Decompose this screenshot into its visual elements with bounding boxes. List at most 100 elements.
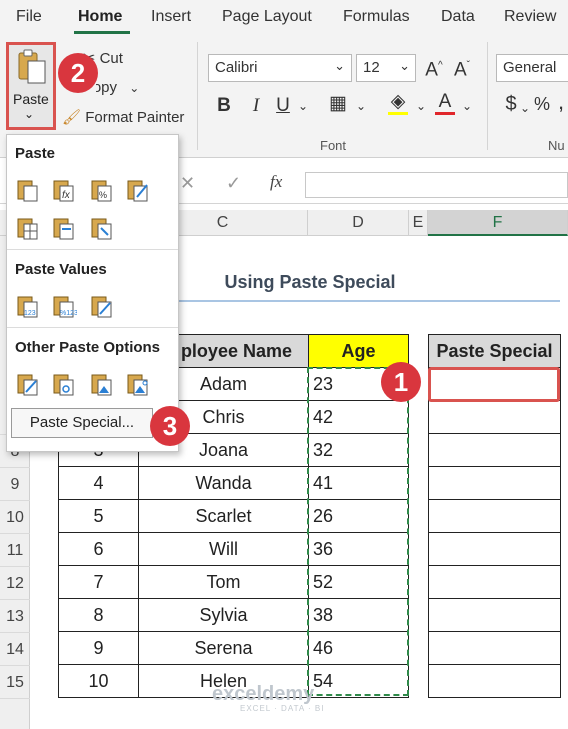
cell-no[interactable]: 10 (58, 664, 139, 698)
paste-dropdown-menu: Paste fx % Paste Values 123 %123 Other P… (6, 134, 179, 452)
row-header[interactable]: 15 (0, 666, 30, 699)
row-header[interactable]: 14 (0, 633, 30, 666)
cell-name[interactable]: Wanda (138, 466, 309, 500)
row-header[interactable]: 12 (0, 567, 30, 600)
row-header[interactable]: 11 (0, 534, 30, 567)
paste-values-icon[interactable]: 123 (15, 293, 41, 319)
chevron-down-icon[interactable]: ⌄ (414, 96, 428, 116)
cell-no[interactable]: 9 (58, 631, 139, 665)
tab-file[interactable]: File (16, 8, 42, 26)
chevron-down-icon[interactable]: ⌄ (354, 96, 368, 116)
cell-name[interactable]: Sylvia (138, 598, 309, 632)
insert-function-icon[interactable]: fx (270, 172, 282, 192)
other-paste-options-heading: Other Paste Options (15, 339, 161, 356)
paste-target-cell[interactable] (428, 433, 561, 467)
linked-picture-icon[interactable] (125, 371, 151, 397)
shrink-font-icon[interactable]: Aˇ (452, 56, 472, 80)
tab-data[interactable]: Data (441, 8, 475, 26)
cell-age[interactable]: 41 (308, 466, 409, 500)
keep-source-formatting-icon[interactable] (125, 177, 151, 203)
keep-column-widths-icon[interactable] (51, 215, 77, 241)
enter-icon[interactable]: ✓ (226, 173, 241, 194)
paste-target-cell[interactable] (428, 565, 561, 599)
percent-button[interactable]: % (532, 94, 552, 114)
column-header-d[interactable]: D (308, 210, 409, 236)
cell-name[interactable]: Scarlet (138, 499, 309, 533)
formula-input[interactable] (305, 172, 568, 198)
number-format-select[interactable]: General (496, 54, 568, 82)
italic-button[interactable]: I (247, 96, 265, 116)
cell-age[interactable]: 26 (308, 499, 409, 533)
cancel-icon[interactable]: ✕ (180, 173, 195, 194)
fill-color-icon[interactable]: ◈ (386, 92, 410, 115)
values-number-formatting-icon[interactable]: %123 (51, 293, 77, 319)
paste-options-heading: Paste (15, 145, 56, 162)
paste-icon[interactable] (15, 177, 41, 203)
row-header[interactable]: 9 (0, 468, 30, 501)
bold-button[interactable]: B (215, 96, 233, 116)
transpose-icon[interactable] (89, 215, 115, 241)
cell-name[interactable]: Tom (138, 565, 309, 599)
paste-target-cell[interactable] (428, 499, 561, 533)
cell-no[interactable]: 5 (58, 499, 139, 533)
borders-icon[interactable]: ▦ (326, 94, 350, 114)
paste-target-cell[interactable] (428, 664, 561, 698)
format-painter-button[interactable]: 🖌 Format Painter (62, 108, 184, 126)
formatting-icon[interactable] (15, 371, 41, 397)
column-header-e[interactable]: E (409, 210, 428, 236)
cell-name[interactable]: Will (138, 532, 309, 566)
grow-font-icon[interactable]: A^ (424, 56, 444, 80)
number-format-value: General (503, 59, 557, 76)
chevron-down-icon[interactable]: ⌄ (460, 96, 474, 116)
font-name-value: Calibri (215, 59, 258, 76)
chevron-down-icon[interactable]: ⌄ (518, 98, 532, 118)
paste-target-cell[interactable] (428, 400, 561, 434)
watermark-logo: exceldemy (212, 683, 315, 705)
font-color-icon[interactable]: A (434, 92, 456, 115)
no-borders-icon[interactable] (15, 215, 41, 241)
cell-no[interactable]: 7 (58, 565, 139, 599)
tab-home[interactable]: Home (78, 8, 122, 26)
paste-special-menu-item[interactable]: Paste Special... (11, 408, 153, 438)
row-header[interactable]: 13 (0, 600, 30, 633)
svg-text:123: 123 (24, 310, 36, 317)
tab-insert[interactable]: Insert (151, 8, 191, 26)
paste-link-icon[interactable] (51, 371, 77, 397)
paste-target-cell[interactable] (428, 631, 561, 665)
row-header[interactable]: 10 (0, 501, 30, 534)
cell-age[interactable]: 52 (308, 565, 409, 599)
brush-icon: 🖌 (62, 109, 82, 126)
cell-age[interactable]: 32 (308, 433, 409, 467)
font-name-select[interactable]: Calibri ⌄ (208, 54, 352, 82)
cell-no[interactable]: 6 (58, 532, 139, 566)
column-header-f[interactable]: F (428, 210, 568, 236)
cell-age[interactable]: 46 (308, 631, 409, 665)
tab-page-layout[interactable]: Page Layout (222, 8, 312, 26)
values-source-formatting-icon[interactable] (89, 293, 115, 319)
cell-age[interactable]: 36 (308, 532, 409, 566)
cell-age[interactable]: 38 (308, 598, 409, 632)
paste-formulas-icon[interactable]: fx (51, 177, 77, 203)
tab-review[interactable]: Review (504, 8, 556, 26)
sheet-title: Using Paste Special (224, 272, 396, 292)
cell-age[interactable]: 42 (308, 400, 409, 434)
underline-button[interactable]: U (274, 96, 292, 116)
paste-target-cell[interactable] (428, 466, 561, 500)
cell-no[interactable]: 8 (58, 598, 139, 632)
picture-icon[interactable] (89, 371, 115, 397)
paste-target-cell[interactable] (428, 532, 561, 566)
paste-target-cell[interactable] (428, 598, 561, 632)
clipboard-icon (18, 49, 46, 84)
cell-name[interactable]: Serena (138, 631, 309, 665)
comma-button[interactable]: , (554, 91, 568, 113)
chevron-down-icon[interactable]: ⌄ (296, 96, 310, 116)
paste-values-heading: Paste Values (15, 261, 107, 278)
cell-no[interactable]: 4 (58, 466, 139, 500)
paste-button[interactable]: Paste ⌄ (6, 42, 56, 130)
cell-age[interactable]: 54 (308, 664, 409, 698)
paste-formulas-number-formatting-icon[interactable]: % (89, 177, 115, 203)
tab-formulas[interactable]: Formulas (343, 8, 410, 26)
font-size-select[interactable]: 12 ⌄ (356, 54, 416, 82)
header-cell-paste-special[interactable]: Paste Special (428, 334, 561, 368)
menu-divider (7, 327, 178, 328)
